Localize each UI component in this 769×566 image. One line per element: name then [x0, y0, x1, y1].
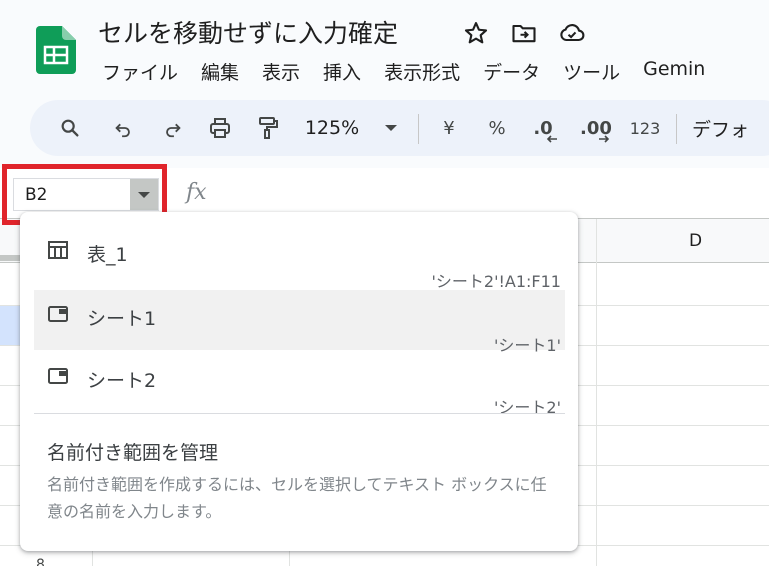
table-icon [48, 241, 68, 259]
menu-data[interactable]: データ [483, 58, 540, 85]
arrow-right-icon [599, 135, 610, 143]
increase-decimal-button[interactable]: .00 [576, 100, 616, 156]
toolbar: 125% ¥ % .0 .00 123 デフォ [30, 100, 769, 156]
percent-format-button[interactable]: % [482, 100, 512, 156]
app-header: セルを移動せずに入力確定 ファイル 編集 表示 挿入 表示形式 データ ツール … [0, 0, 769, 96]
sheet-icon [48, 306, 68, 322]
dropdown-item-table[interactable]: 表_1 'シート2'!A1:F11 [34, 226, 565, 291]
paint-format-button[interactable] [252, 100, 284, 156]
search-icon [61, 119, 79, 137]
menu-format[interactable]: 表示形式 [384, 58, 460, 85]
redo-icon [166, 123, 181, 138]
sheets-logo-icon[interactable] [36, 26, 76, 74]
manage-named-ranges-link[interactable]: 名前付き範囲を管理 [47, 438, 218, 465]
dropdown-item-range: 'シート2' [494, 398, 561, 417]
dropdown-item-label: シート1 [87, 308, 157, 330]
toolbar-separator [418, 114, 419, 144]
sheet-icon [48, 368, 68, 384]
selected-row-header[interactable] [0, 305, 20, 345]
menu-view[interactable]: 表示 [262, 58, 300, 85]
document-title[interactable]: セルを移動せずに入力確定 [98, 14, 398, 50]
menu-gemini[interactable]: Gemin [643, 58, 705, 85]
fx-icon: fx [186, 180, 207, 205]
paint-format-icon [259, 117, 278, 139]
move-to-folder-icon[interactable] [510, 19, 538, 47]
menu-file[interactable]: ファイル [102, 58, 178, 85]
currency-format-button[interactable]: ¥ [434, 100, 464, 156]
menu-tools[interactable]: ツール [563, 58, 620, 85]
dropdown-divider [34, 413, 565, 414]
manage-named-ranges-description: 名前付き範囲を作成するには、セルを選択してテキスト ボックスに任意の名前を入力し… [47, 475, 547, 521]
undo-button[interactable] [106, 100, 140, 156]
row-header-sep [0, 255, 22, 261]
print-icon [210, 118, 230, 138]
caret-down-icon [385, 125, 397, 131]
dropdown-item-label: シート2 [87, 370, 157, 392]
star-icon[interactable] [462, 19, 490, 47]
redo-button[interactable] [156, 100, 190, 156]
named-ranges-dropdown: 表_1 'シート2'!A1:F11 シート1 'シート1' シート2 'シート2… [20, 212, 578, 551]
dropdown-item-sheet2[interactable]: シート2 'シート2' [34, 352, 565, 417]
print-button[interactable] [202, 100, 238, 156]
menu-insert[interactable]: 挿入 [323, 58, 361, 85]
dropdown-item-range: 'シート2'!A1:F11 [431, 272, 561, 291]
decrease-decimal-button[interactable]: .0 [526, 100, 560, 156]
zoom-dropdown-button[interactable] [380, 100, 402, 156]
dropdown-item-label: 表_1 [87, 244, 128, 266]
search-menus-button[interactable] [52, 100, 88, 156]
arrow-left-icon [546, 135, 557, 143]
font-family-select[interactable]: デフォ [692, 100, 769, 156]
undo-icon [115, 123, 130, 138]
column-header-d[interactable]: D [689, 231, 702, 251]
menu-bar: ファイル 編集 表示 挿入 表示形式 データ ツール Gemin [102, 58, 728, 85]
more-formats-button[interactable]: 123 [628, 100, 662, 156]
row-header-8[interactable]: 8 [36, 557, 45, 566]
column-divider [596, 219, 597, 566]
cloud-saved-icon[interactable] [558, 19, 586, 47]
menu-edit[interactable]: 編集 [201, 58, 239, 85]
dropdown-item-sheet1[interactable]: シート1 'シート1' [34, 290, 565, 355]
toolbar-separator [676, 114, 677, 144]
zoom-value[interactable]: 125% [300, 100, 364, 156]
